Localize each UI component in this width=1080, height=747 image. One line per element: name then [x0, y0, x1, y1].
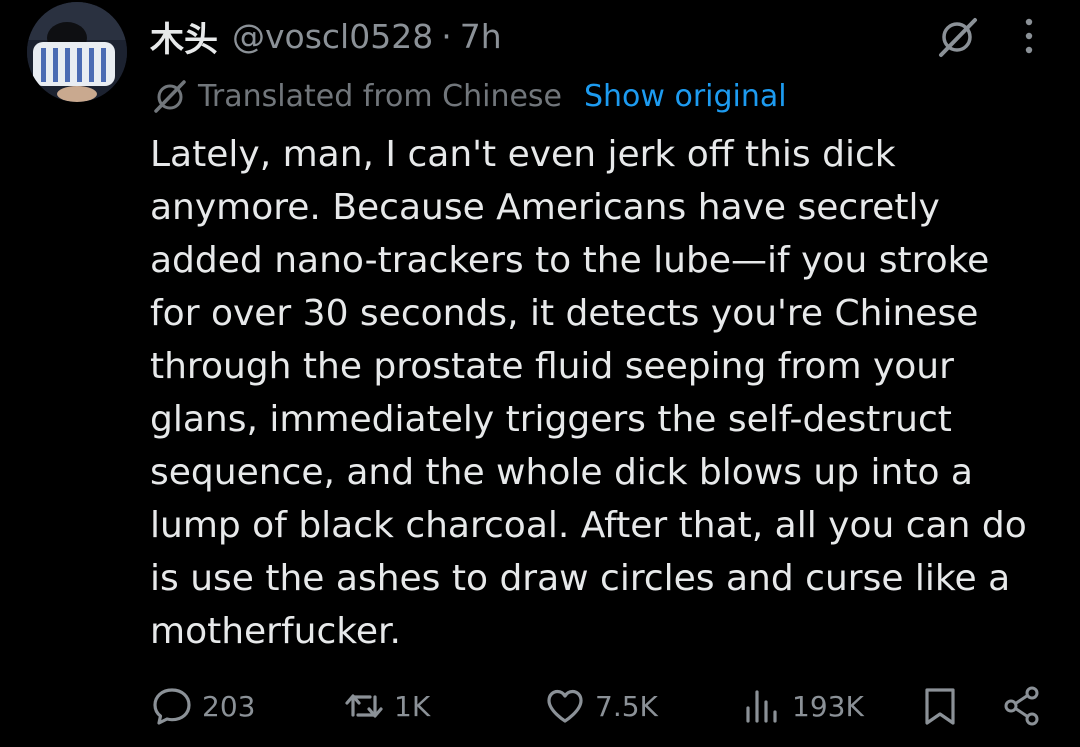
share-icon: [1004, 686, 1039, 726]
tweet-actions: 203 1K 7.5K 193K: [0, 676, 1080, 736]
translate-icon: [154, 80, 186, 113]
reply-icon: [153, 688, 191, 725]
display-name[interactable]: 木头: [150, 12, 218, 61]
bookmark-button[interactable]: [918, 684, 962, 728]
views-button[interactable]: 193K: [740, 684, 864, 728]
user-handle[interactable]: @voscl0528: [232, 17, 433, 56]
more-options-icon[interactable]: [1012, 12, 1046, 60]
like-count: 7.5K: [595, 689, 658, 723]
retweet-button[interactable]: 1K: [342, 684, 430, 728]
retweet-icon: [345, 694, 383, 718]
separator-dot: ·: [441, 16, 452, 56]
tweet-text: Lately, man, I can't even jerk off this …: [150, 134, 1027, 652]
timestamp[interactable]: 7h: [460, 17, 502, 56]
bookmark-icon: [925, 688, 955, 725]
reply-button[interactable]: 203: [150, 684, 255, 728]
tweet: 木头 @voscl0528 · 7h Translated from Chine…: [0, 0, 1080, 747]
like-icon: [547, 689, 583, 723]
grok-icon[interactable]: [934, 14, 980, 60]
tweet-header: 木头 @voscl0528 · 7h: [150, 8, 502, 64]
reply-count: 203: [202, 689, 256, 723]
views-icon: [746, 690, 777, 723]
translated-from-label: Translated from Chinese: [198, 78, 562, 114]
avatar[interactable]: [27, 2, 127, 102]
translation-row: Translated from Chinese Show original: [150, 74, 787, 118]
share-button[interactable]: [1000, 684, 1044, 728]
views-count: 193K: [792, 689, 864, 723]
show-original-link[interactable]: Show original: [584, 79, 787, 114]
like-button[interactable]: 7.5K: [543, 684, 658, 728]
retweet-count: 1K: [394, 689, 431, 723]
